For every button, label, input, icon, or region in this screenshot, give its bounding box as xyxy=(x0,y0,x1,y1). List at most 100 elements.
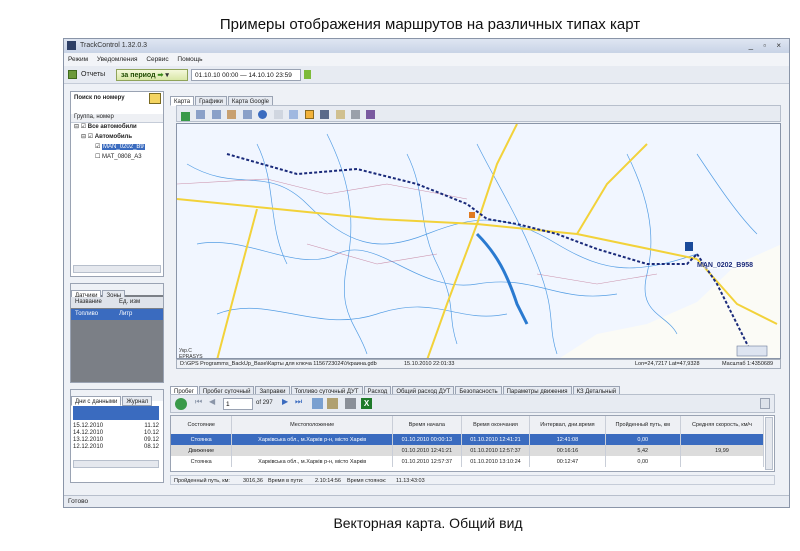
sensor-unit: Литр xyxy=(119,311,133,317)
info-icon[interactable] xyxy=(258,110,268,120)
vehicle-marker[interactable] xyxy=(685,242,693,251)
menu-service[interactable]: Сервис xyxy=(146,56,168,63)
window-title: TrackControl 1.32.0.3 xyxy=(80,42,148,49)
cell-end: 01.10.2010 13:10:24 xyxy=(461,456,531,467)
cell-distance: 0,00 xyxy=(605,456,681,467)
zoom-extent-icon[interactable] xyxy=(242,110,252,120)
prev-page-icon[interactable]: ◀ xyxy=(209,397,215,406)
list-item[interactable]: 13.12.2010 09.12 xyxy=(73,437,159,444)
tree-item-label: Все автомобили xyxy=(87,124,137,130)
export-icon[interactable] xyxy=(366,110,376,120)
col-speed[interactable]: Средняя скорость, км/ч xyxy=(680,416,765,434)
collapse-icon[interactable] xyxy=(760,398,770,409)
cell-start: 01.10.2010 12:41:21 xyxy=(392,445,462,456)
menu-mode[interactable]: Режим xyxy=(68,56,88,63)
select-icon[interactable] xyxy=(273,110,283,120)
table-row[interactable]: Стоянка Харківська обл., м.Харків р-н, м… xyxy=(171,456,765,467)
days-tabs: Дни с данными Журнал xyxy=(71,390,163,406)
day-date: 12.12.2010 xyxy=(73,444,104,450)
cell-interval: 00:16:16 xyxy=(529,445,606,456)
distance-value: 3016,36 xyxy=(243,478,263,484)
slide-caption: Векторная карта. Общий вид xyxy=(333,515,523,531)
cell-location: Харківська обл., м.Харків р-н, місто Хар… xyxy=(231,434,393,445)
map-status-bar: D:\GPS Programms_BackUp_Base\Карты для к… xyxy=(176,359,781,369)
day-date: 14.12.2010 xyxy=(73,430,104,436)
first-page-icon[interactable]: ⏮ xyxy=(195,397,202,407)
window-controls[interactable]: _ ▫ × xyxy=(749,39,785,53)
col-end[interactable]: Время окончания xyxy=(461,416,531,434)
status-bar: Готово xyxy=(64,495,789,507)
col-interval[interactable]: Интервал, дни.время xyxy=(529,416,606,434)
pan-icon[interactable] xyxy=(227,110,237,120)
cell-interval: 00:12:47 xyxy=(529,456,606,467)
tree-item[interactable]: ☐ MAT_0808_A3 xyxy=(71,153,163,163)
col-state[interactable]: Состояние xyxy=(171,416,233,434)
pager-toolbar: ⏮ ◀ 1 of 297 ▶ ⏭ X xyxy=(170,394,775,413)
run-report-icon[interactable] xyxy=(175,398,187,410)
date-range-field[interactable]: 01.10.10 00:00 — 14.10.10 23:59 xyxy=(191,69,301,81)
days-scrollbar[interactable] xyxy=(73,460,159,468)
list-item[interactable]: 12.12.2010 08.12 xyxy=(73,444,159,451)
cell-end: 01.10.2010 12:57:37 xyxy=(461,445,531,456)
sensor-row[interactable]: Топливо Литр xyxy=(71,309,163,320)
table-scrollbar[interactable] xyxy=(765,417,773,470)
col-distance[interactable]: Пройденный путь, км xyxy=(605,416,681,434)
next-page-icon[interactable]: ▶ xyxy=(282,397,288,406)
tree-scrollbar[interactable] xyxy=(73,265,161,273)
print-icon[interactable] xyxy=(350,110,360,120)
summary-bar: Пройденный путь, км: 3016,36 Время в пут… xyxy=(170,475,775,485)
search-icon[interactable] xyxy=(149,93,161,104)
menu-help[interactable]: Помощь xyxy=(177,56,202,63)
day-short: 11.12 xyxy=(144,423,159,429)
table-row[interactable]: Движение 01.10.2010 12:41:21 01.10.2010 … xyxy=(171,445,765,456)
day-short: 08.12 xyxy=(143,444,159,450)
days-selector[interactable] xyxy=(73,406,159,420)
main-toolbar: Отчеты за период ➡ ▾ 01.10.10 00:00 — 14… xyxy=(64,66,789,84)
cell-location: Харківська обл., м.Харків р-н, місто Хар… xyxy=(231,456,393,467)
tree-item-label: MAN_0202_B9 xyxy=(102,144,145,150)
menu-notifications[interactable]: Уведомления xyxy=(97,56,138,63)
tree-item[interactable]: ☑ MAN_0202_B9 xyxy=(71,143,163,153)
zoom-out-icon[interactable] xyxy=(211,110,221,120)
export-table-icon[interactable] xyxy=(312,398,323,409)
cell-location xyxy=(231,445,393,456)
map-coords: Lon=24,7217 Lat=47,9328 xyxy=(635,361,700,367)
period-button[interactable]: за период ➡ ▾ xyxy=(116,69,188,81)
reports-button[interactable]: Отчеты xyxy=(81,66,105,84)
tree-item[interactable]: ⊟ ☑ Все автомобили xyxy=(71,123,163,133)
page-input[interactable]: 1 xyxy=(223,398,253,410)
col-location[interactable]: Местоположение xyxy=(231,416,393,434)
map-toolbar xyxy=(176,105,781,122)
measure-icon[interactable] xyxy=(289,110,299,120)
app-icon xyxy=(67,41,76,50)
list-item[interactable]: 15.12.2010 11.12 xyxy=(73,423,159,430)
refresh-icon[interactable] xyxy=(181,111,190,121)
last-page-icon[interactable]: ⏭ xyxy=(295,397,302,407)
cell-end: 01.10.2010 12:41:21 xyxy=(461,434,531,445)
zoom-in-icon[interactable] xyxy=(196,110,206,120)
sensor-name: Топливо xyxy=(75,311,99,317)
map-view[interactable]: Укр.С EPRASYS MAN_0202_B958 xyxy=(176,123,781,359)
chart-icon[interactable] xyxy=(327,398,338,409)
layers-icon[interactable] xyxy=(335,110,345,120)
cell-interval: 12:41:08 xyxy=(529,434,606,445)
sensors-panel: Датчики Зоны Название Ед. изм Топливо Лит… xyxy=(70,283,164,383)
excel-icon[interactable]: X xyxy=(361,398,372,409)
report-tabs: Пробег Пробег суточный Заправки Топливо сут… xyxy=(170,380,785,396)
route-icon[interactable] xyxy=(304,110,314,120)
tree-item-label: MAT_0808_A3 xyxy=(102,154,142,160)
tab-journal[interactable]: Журнал xyxy=(122,396,153,406)
tab-days[interactable]: Дни с данными xyxy=(71,396,122,406)
cell-distance: 0,00 xyxy=(605,434,681,445)
list-item[interactable]: 14.12.2010 10.12 xyxy=(73,430,159,437)
apply-arrow-icon[interactable] xyxy=(304,70,311,79)
col-start[interactable]: Время начала xyxy=(392,416,462,434)
back-icon[interactable] xyxy=(320,110,330,120)
travel-label: Время в пути: xyxy=(268,478,304,484)
cell-state: Стоянка xyxy=(171,456,233,467)
vehicle-label: MAN_0202_B958 xyxy=(697,262,754,269)
print-report-icon[interactable] xyxy=(345,398,356,409)
table-row[interactable]: Стоянка Харківська обл., м.Харків р-н, м… xyxy=(171,434,765,445)
tree-item[interactable]: ⊟ ☑ Автомобиль xyxy=(71,133,163,143)
vehicle-tree: ⊟ ☑ Все автомобили ⊟ ☑ Автомобиль ☑ MAN_… xyxy=(71,123,163,163)
